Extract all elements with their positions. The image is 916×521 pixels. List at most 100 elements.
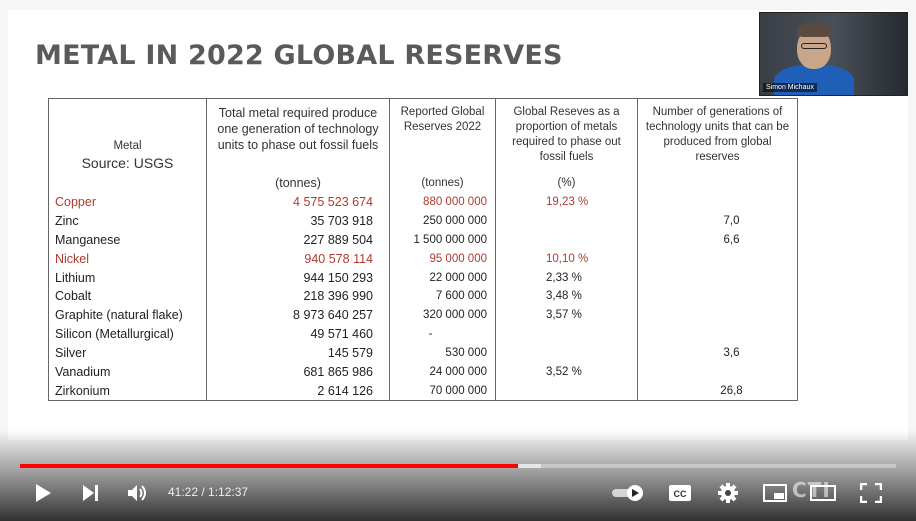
cell-required: 8 973 640 257 [206, 305, 390, 325]
cell-metal: Lithium [48, 268, 207, 287]
autoplay-toggle-icon [612, 485, 643, 501]
cell-generations: 7,0 [637, 211, 798, 231]
fullscreen-icon [860, 483, 882, 503]
header-source-label: Source: USGS [81, 155, 174, 171]
table-row: Lithium 944 150 293 22 000 000 2,33 % [48, 268, 798, 287]
cell-required: 2 614 126 [206, 381, 390, 401]
header-proportion-label: Global Reseves as a proportion of metals… [512, 106, 621, 163]
speaker-hair [797, 23, 831, 37]
settings-button[interactable] [717, 482, 739, 504]
cell-reserves: 70 000 000 [389, 381, 496, 401]
cell-metal: Copper [48, 192, 207, 212]
header-required-unit: (tonnes) [275, 175, 321, 190]
fullscreen-button[interactable] [860, 483, 882, 503]
cell-generations [637, 268, 798, 287]
header-reserves: Reported Global Reserves 2022 (tonnes) [389, 98, 496, 193]
cell-metal: Silver [48, 343, 207, 363]
cell-reserves: 95 000 000 [389, 249, 496, 269]
volume-icon [128, 485, 146, 501]
cell-proportion: 3,48 % [495, 286, 638, 306]
next-button[interactable] [81, 484, 101, 502]
cell-metal: Cobalt [48, 286, 207, 306]
header-generations-label: Number of generations of technology unit… [645, 106, 790, 163]
current-time: 41:22 [168, 485, 199, 499]
progress-played [20, 464, 519, 468]
header-metal: Metal Source: USGS [48, 98, 207, 193]
duration: 1:12:37 [208, 485, 249, 499]
cell-metal: Manganese [48, 230, 207, 250]
cell-reserves: 250 000 000 [389, 211, 496, 231]
subtitles-icon: CC [669, 485, 691, 501]
cell-required: 35 703 918 [206, 211, 390, 231]
speaker-glasses [801, 43, 827, 49]
cell-metal: Zirkonium [48, 381, 207, 401]
cell-generations [637, 192, 798, 212]
cell-generations: 6,6 [637, 230, 798, 250]
table-row: Silver 145 579 530 000 3,6 [48, 343, 798, 363]
cell-required: 4 575 523 674 [206, 192, 390, 212]
header-proportion: Global Reseves as a proportion of metals… [495, 98, 638, 193]
controls-gradient [0, 430, 916, 521]
play-icon [36, 484, 51, 502]
cell-metal: Graphite (natural flake) [48, 305, 207, 325]
autoplay-toggle[interactable] [611, 484, 647, 502]
header-reserves-unit: (tonnes) [421, 176, 464, 189]
next-icon [83, 485, 98, 501]
table-row: Silicon (Metallurgical) 49 571 460 - [48, 324, 798, 344]
header-reserves-label: Reported Global Reserves 2022 [400, 106, 485, 133]
miniplayer-icon [763, 484, 787, 502]
cell-metal: Nickel [48, 249, 207, 269]
cell-proportion: 2,33 % [495, 268, 638, 287]
cell-proportion: 3,57 % [495, 305, 638, 325]
video-frame[interactable]: METAL IN 2022 GLOBAL RESERVES Simon Mich… [0, 0, 916, 521]
cell-proportion: 19,23 % [495, 192, 638, 212]
time-separator: / [198, 485, 209, 499]
table-row: Nickel 940 578 114 95 000 000 10,10 % [48, 249, 798, 269]
reserves-table: Metal Source: USGS Total metal required … [48, 98, 798, 401]
cell-metal: Zinc [48, 211, 207, 231]
subtitles-button[interactable]: CC [668, 484, 692, 502]
svg-text:CC: CC [674, 489, 687, 499]
table-row: Vanadium 681 865 986 24 000 000 3,52 % [48, 362, 798, 382]
table-row: Graphite (natural flake) 8 973 640 257 3… [48, 305, 798, 325]
cell-generations [637, 249, 798, 269]
header-metal-label: Metal [113, 140, 142, 152]
cell-required: 681 865 986 [206, 362, 390, 382]
cell-proportion [495, 381, 638, 401]
webcam-name-label: Simon Michaux [763, 83, 817, 92]
cell-reserves: - [389, 324, 496, 344]
cell-required: 145 579 [206, 343, 390, 363]
progress-bar[interactable] [20, 464, 896, 468]
cell-proportion: 3,52 % [495, 362, 638, 382]
slide-title: METAL IN 2022 GLOBAL RESERVES [35, 40, 563, 71]
cell-required: 218 396 990 [206, 286, 390, 306]
cell-reserves: 530 000 [389, 343, 496, 363]
cell-reserves: 7 600 000 [389, 286, 496, 306]
cell-reserves: 1 500 000 000 [389, 230, 496, 250]
cell-proportion [495, 324, 638, 344]
channel-watermark-logo: CTI [792, 478, 831, 502]
table-row: Zinc 35 703 918 250 000 000 7,0 [48, 211, 798, 231]
table-row: Manganese 227 889 504 1 500 000 000 6,6 [48, 230, 798, 250]
cell-required: 944 150 293 [206, 268, 390, 287]
cell-proportion [495, 211, 638, 231]
settings-gear-icon [718, 483, 738, 503]
table-row: Zirkonium 2 614 126 70 000 000 26,8 [48, 381, 798, 401]
table-row: Cobalt 218 396 990 7 600 000 3,48 % [48, 286, 798, 306]
cell-reserves: 24 000 000 [389, 362, 496, 382]
cell-required: 49 571 460 [206, 324, 390, 344]
header-required: Total metal required produce one generat… [206, 98, 390, 193]
cell-metal: Silicon (Metallurgical) [48, 324, 207, 344]
cell-reserves: 880 000 000 [389, 192, 496, 212]
cell-generations [637, 362, 798, 382]
volume-button[interactable] [127, 483, 149, 503]
webcam-feed: Simon Michaux [759, 12, 908, 96]
play-button[interactable] [34, 483, 52, 503]
cell-generations: 3,6 [637, 343, 798, 363]
table-row: Copper 4 575 523 674 880 000 000 19,23 % [48, 192, 798, 212]
cell-generations [637, 324, 798, 344]
cell-generations [637, 305, 798, 325]
header-generations: Number of generations of technology unit… [637, 98, 798, 193]
miniplayer-button[interactable] [763, 484, 787, 502]
cell-proportion [495, 343, 638, 363]
